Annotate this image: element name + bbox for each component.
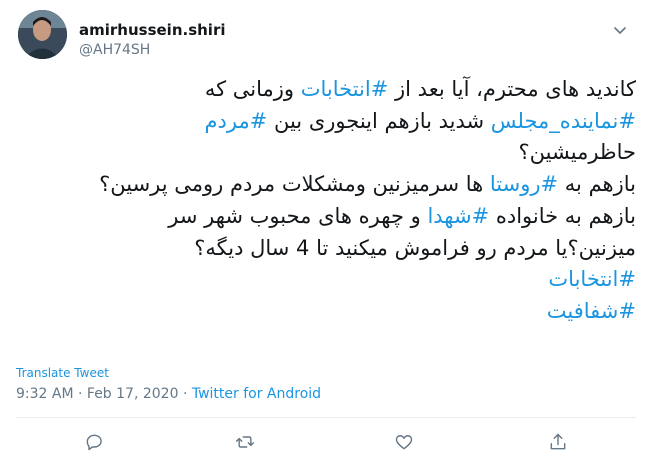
- tweet-text-line: کاندید های محترم، آیا بعد از #انتخابات و…: [16, 74, 636, 106]
- action-bar: [0, 430, 652, 458]
- tweet-text-line: #نماینده_مجلس شدید بازهم اینجوری بین #مر…: [16, 106, 636, 138]
- tweet-meta: 9:32 AM · Feb 17, 2020 · Twitter for And…: [16, 386, 321, 402]
- tweet-text-segment: حاظرمیشین؟: [518, 140, 636, 165]
- tweet-header: amirhussein.shiri @AH74SH: [18, 10, 652, 64]
- tweet-text-line: #انتخابات: [16, 264, 636, 296]
- chevron-down-icon[interactable]: [612, 22, 628, 38]
- hashtag-link[interactable]: #انتخابات: [548, 267, 636, 291]
- heart-icon[interactable]: [392, 430, 416, 454]
- translate-tweet-link[interactable]: Translate Tweet: [16, 366, 109, 380]
- tweet-text-segment: بازهم به خانواده: [489, 203, 636, 228]
- avatar[interactable]: [18, 10, 67, 59]
- tweet-source[interactable]: Twitter for Android: [192, 386, 321, 402]
- tweet-text-line: بازهم به خانواده #شهدا و چهره های محبوب …: [16, 201, 636, 233]
- tweet-text-line: حاظرمیشین؟: [16, 137, 636, 169]
- share-icon[interactable]: [546, 430, 570, 454]
- tweet-text-segment: بازهم به: [558, 172, 636, 197]
- hashtag-link[interactable]: #روستا: [490, 172, 558, 196]
- divider: [16, 417, 636, 418]
- tweet-text-segment: و چهره های محبوب شهر سر: [168, 203, 428, 228]
- hashtag-link[interactable]: #شهدا: [427, 204, 489, 228]
- tweet-text-line: میزنین؟یا مردم رو فراموش میکنید تا 4 سال…: [16, 233, 636, 265]
- display-name[interactable]: amirhussein.shiri: [79, 21, 225, 39]
- tweet-text-segment: میزنین؟یا مردم رو فراموش میکنید تا 4 سال…: [194, 235, 636, 260]
- hashtag-link[interactable]: #نماینده_مجلس: [491, 109, 636, 133]
- tweet-text: کاندید های محترم، آیا بعد از #انتخابات و…: [16, 74, 636, 328]
- meta-separator: ·: [78, 386, 83, 402]
- tweet-text-segment: کاندید های محترم، آیا بعد از: [388, 77, 636, 101]
- tweet-text-line: بازهم به #روستا ها سرمیزنین ومشکلات مردم…: [16, 169, 636, 201]
- hashtag-link[interactable]: #شفافیت: [547, 299, 636, 323]
- tweet-date[interactable]: Feb 17, 2020: [87, 386, 179, 402]
- tweet-text-line: #شفافیت: [16, 296, 636, 328]
- hashtag-link[interactable]: #مردم: [205, 109, 268, 133]
- reply-icon[interactable]: [82, 430, 106, 454]
- user-handle[interactable]: @AH74SH: [79, 42, 150, 58]
- tweet-text-segment: ها سرمیزنین ومشکلات مردم رومی پرسین؟: [99, 172, 490, 197]
- tweet-text-segment: وزمانی که: [204, 77, 301, 101]
- hashtag-link[interactable]: #انتخابات: [301, 77, 389, 101]
- meta-separator: ·: [182, 386, 188, 402]
- retweet-icon[interactable]: [233, 430, 257, 454]
- tweet-time[interactable]: 9:32 AM: [16, 386, 74, 402]
- tweet-text-segment: شدید بازهم اینجوری بین: [267, 108, 491, 133]
